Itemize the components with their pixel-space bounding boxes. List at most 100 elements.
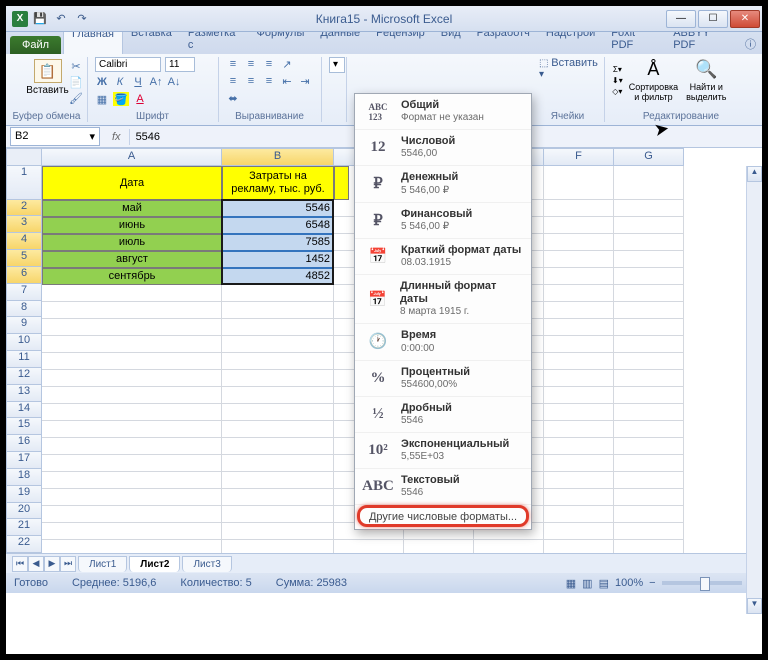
align-center-icon[interactable]: ≡ [244,74,258,88]
empty-cell[interactable] [42,285,222,302]
close-button[interactable]: ✕ [730,10,760,28]
number-format-item-3[interactable]: ₽Финансовый5 546,00 ₽ [355,203,531,239]
empty-cell[interactable] [222,387,334,404]
empty-cell[interactable] [614,302,684,319]
number-format-item-6[interactable]: 🕐Время0:00:00 [355,324,531,360]
empty-cell[interactable] [544,166,614,200]
fill-icon[interactable]: ⬇▾ [612,76,623,85]
row-header[interactable]: 13 [6,385,42,402]
clear-icon[interactable]: ◇▾ [612,87,622,96]
header-cell-c[interactable] [334,166,349,200]
row-header[interactable]: 15 [6,418,42,435]
empty-cell[interactable] [42,472,222,489]
empty-cell[interactable] [544,285,614,302]
empty-cell[interactable] [222,302,334,319]
row-header[interactable]: 19 [6,486,42,503]
align-bot-icon[interactable]: ≡ [262,57,276,71]
empty-cell[interactable] [614,472,684,489]
empty-cell[interactable] [222,353,334,370]
empty-cell[interactable] [544,404,614,421]
view-pagebreak-icon[interactable]: ▤ [599,577,609,590]
empty-cell[interactable] [614,285,684,302]
column-header[interactable]: F [544,148,614,166]
row-header[interactable]: 2 [6,200,42,217]
row-header[interactable]: 9 [6,317,42,334]
cell-b6[interactable]: 4852 [222,268,334,285]
fill-color-icon[interactable]: 🪣 [113,92,129,106]
empty-cell[interactable] [334,540,404,553]
number-format-item-10[interactable]: ABCТекстовый5546 [355,469,531,505]
sort-filter-button[interactable]: Å Сортировка и фильтр [627,57,680,104]
empty-cell[interactable] [544,421,614,438]
empty-cell[interactable] [614,489,684,506]
empty-cell[interactable] [544,438,614,455]
font-color-icon[interactable]: A [133,92,147,106]
sheet-tab-2[interactable]: Лист3 [182,556,231,572]
sheet-nav-prev[interactable]: ◀ [28,556,44,572]
zoom-slider[interactable] [662,581,742,585]
empty-cell[interactable] [42,387,222,404]
empty-cell[interactable] [42,489,222,506]
cell-a2[interactable]: май [42,200,222,217]
number-format-item-0[interactable]: ABC 123ОбщийФормат не указан [355,94,531,130]
row-header[interactable]: 7 [6,284,42,301]
empty-cell[interactable] [544,472,614,489]
empty-cell[interactable] [614,438,684,455]
align-mid-icon[interactable]: ≡ [244,57,258,71]
name-box[interactable]: B2▾ [10,127,100,146]
view-normal-icon[interactable]: ▦ [566,577,576,590]
empty-cell[interactable] [544,302,614,319]
font-size-select[interactable]: 11 [165,57,195,72]
empty-cell[interactable] [614,268,684,285]
empty-cell[interactable] [222,404,334,421]
cut-icon[interactable]: ✂ [69,59,83,73]
empty-cell[interactable] [222,285,334,302]
sheet-nav-last[interactable]: ⏭ [60,556,76,572]
number-format-item-2[interactable]: ₽Денежный5 546,00 ₽ [355,166,531,202]
cell-a4[interactable]: июль [42,234,222,251]
qat-save-icon[interactable]: 💾 [31,10,49,28]
row-header[interactable]: 10 [6,334,42,351]
underline-icon[interactable]: Ч [131,75,145,89]
view-layout-icon[interactable]: ▥ [582,577,592,590]
empty-cell[interactable] [42,319,222,336]
vertical-scrollbar[interactable]: ▲ ▼ [746,166,762,614]
empty-cell[interactable] [42,336,222,353]
borders-icon[interactable]: ▦ [95,92,109,106]
row-header[interactable]: 17 [6,452,42,469]
empty-cell[interactable] [222,506,334,523]
header-cell[interactable]: Дата [42,166,222,200]
row-header[interactable]: 22 [6,536,42,553]
row-header[interactable]: 5 [6,250,42,267]
row-header[interactable]: 12 [6,368,42,385]
sheet-tab-0[interactable]: Лист1 [78,556,127,572]
number-format-item-1[interactable]: 12Числовой5546,00 [355,130,531,166]
empty-cell[interactable] [222,472,334,489]
merge-icon[interactable]: ⬌ [226,91,240,105]
empty-cell[interactable] [222,540,334,553]
empty-cell[interactable] [544,506,614,523]
copy-icon[interactable]: 📄 [69,75,83,89]
empty-cell[interactable] [42,506,222,523]
empty-cell[interactable] [544,234,614,251]
zoom-out-button[interactable]: − [649,577,655,589]
bold-icon[interactable]: Ж [95,75,109,89]
empty-cell[interactable] [222,455,334,472]
number-format-item-8[interactable]: ½Дробный5546 [355,397,531,433]
empty-cell[interactable] [222,319,334,336]
cell-b2[interactable]: 5546 [222,200,334,217]
sheet-nav-first[interactable]: ⏮ [12,556,28,572]
empty-cell[interactable] [544,489,614,506]
header-cell[interactable]: Затраты на рекламу, тыс. руб. [222,166,334,200]
help-icon[interactable]: ⓘ [739,34,762,54]
cell-a6[interactable]: сентябрь [42,268,222,285]
empty-cell[interactable] [42,353,222,370]
empty-cell[interactable] [614,251,684,268]
empty-cell[interactable] [614,370,684,387]
column-header[interactable]: G [614,148,684,166]
cell-a3[interactable]: июнь [42,217,222,234]
zoom-level[interactable]: 100% [615,577,643,589]
file-tab[interactable]: Файл [10,36,61,54]
orientation-icon[interactable]: ↗ [280,57,294,71]
empty-cell[interactable] [42,455,222,472]
